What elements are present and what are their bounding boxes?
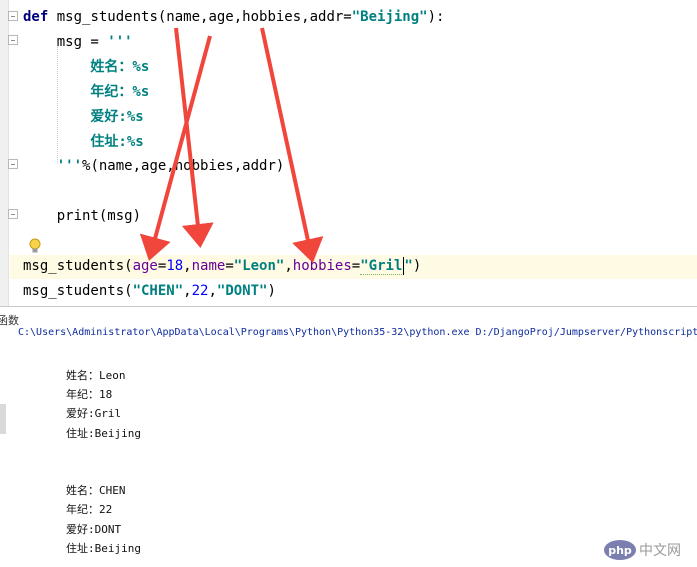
code-line: 姓名：%s <box>23 56 149 78</box>
fold-icon[interactable] <box>8 35 18 45</box>
code-token: "Leon" <box>233 258 285 274</box>
code-token: , <box>183 258 192 274</box>
code-token: %(name,age,hobbies,addr) <box>82 158 285 175</box>
code-token: 爱好:%s <box>23 108 144 125</box>
code-token: ) <box>412 258 422 274</box>
console-scrollbar[interactable] <box>0 404 6 434</box>
code-token: "Beijing" <box>351 9 428 25</box>
code-token: name <box>191 258 226 274</box>
code-token: age <box>132 258 158 274</box>
console-output-line: 爱好:DONT <box>66 522 122 536</box>
run-console: 函数 C:\Users\Administrator\AppData\Local\… <box>0 306 697 567</box>
fold-icon[interactable] <box>8 159 18 169</box>
code-line: '''%(name,age,hobbies,addr) <box>23 155 285 177</box>
code-token: 22 <box>191 282 209 299</box>
code-token: msg = <box>23 33 108 50</box>
code-token: 年纪：%s <box>23 83 150 100</box>
code-line: msg_students("CHEN",22,"DONT") <box>23 280 276 302</box>
code-token: msg_students( <box>23 282 133 299</box>
console-output-line: 姓名：CHEN <box>66 484 126 498</box>
console-output-line: 年纪：18 <box>66 388 113 402</box>
code-line: 住址:%s <box>23 131 144 153</box>
console-output-line: 爱好:Gril <box>66 407 122 421</box>
code-line: 年纪：%s <box>23 81 149 103</box>
code-token: , <box>183 282 192 299</box>
code-token: = <box>351 258 361 274</box>
code-token: print(msg) <box>23 208 142 225</box>
code-token: 住址:%s <box>23 133 144 150</box>
code-token: ): <box>427 9 445 25</box>
code-token: ''' <box>23 158 83 175</box>
code-token: = <box>225 258 234 274</box>
code-editor[interactable]: def msg_students(name,age,hobbies,addr="… <box>0 0 697 306</box>
code-line: def msg_students(name,age,hobbies,addr="… <box>23 6 444 28</box>
code-token: 姓名：%s <box>23 58 150 75</box>
console-output-line: 年纪：22 <box>66 503 113 517</box>
code-token: ''' <box>107 33 133 50</box>
console-command-line: C:\Users\Administrator\AppData\Local\Pro… <box>18 327 697 338</box>
code-token: 18 <box>166 258 184 274</box>
editor-gutter <box>0 0 9 306</box>
watermark-text: 中文网 <box>639 543 681 559</box>
fold-icon[interactable] <box>8 209 18 219</box>
code-token: hobbies <box>292 258 352 274</box>
code-line: msg = ''' <box>23 31 133 53</box>
code-token: , <box>208 282 217 299</box>
code-token: "CHEN" <box>132 282 184 299</box>
code-token: def <box>23 9 49 25</box>
code-token: , <box>284 258 293 274</box>
php-logo: php <box>604 540 636 560</box>
code-token: "DONT" <box>216 282 268 299</box>
code-line: print(msg) <box>23 205 141 227</box>
code-line: msg_students(age=18,name="Leon",hobbies=… <box>23 255 421 277</box>
code-token: "Gril <box>360 258 403 275</box>
lightbulb-icon[interactable] <box>29 238 41 254</box>
console-output-line: 姓名：Leon <box>66 369 126 382</box>
code-token: msg_students( <box>23 258 133 274</box>
console-output-line: 住址:Beijing <box>66 426 141 440</box>
code-token: " <box>404 258 413 274</box>
code-line: 爱好:%s <box>23 106 144 128</box>
code-token: msg_students(name,age,hobbies,addr= <box>48 9 352 25</box>
console-output-line: 住址:Beijing <box>66 541 141 555</box>
console-tab-label[interactable]: 函数 <box>0 312 19 328</box>
code-token: ) <box>267 282 276 299</box>
watermark: php 中文网 <box>604 539 681 561</box>
fold-icon[interactable] <box>8 11 18 21</box>
